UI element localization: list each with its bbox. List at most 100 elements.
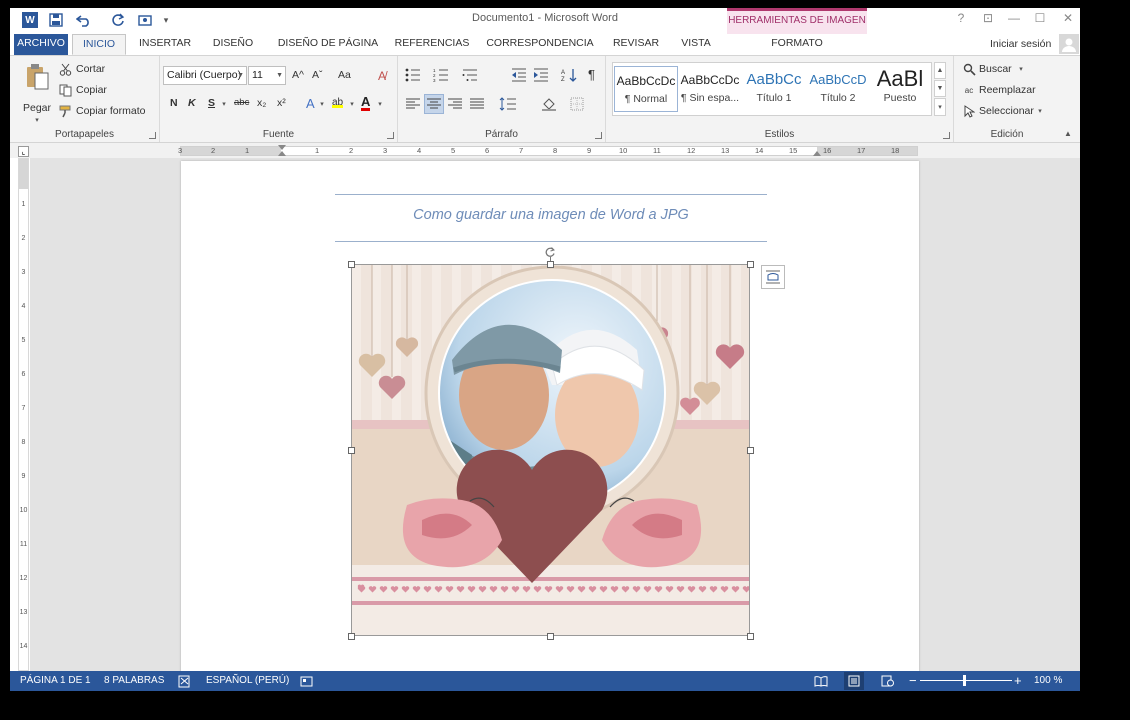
page-count[interactable]: PÁGINA 1 DE 1 [20, 675, 91, 686]
font-name-dropdown-icon[interactable]: ▼ [237, 67, 244, 84]
select-button[interactable]: Seleccionar [979, 105, 1034, 117]
document-page[interactable]: Como guardar una imagen de Word a JPG [181, 161, 919, 671]
multilevel-list-icon[interactable] [460, 67, 480, 83]
change-case-button[interactable]: Aa [338, 69, 351, 81]
maximize-button[interactable]: ☐ [1030, 11, 1050, 25]
style-no-spacing[interactable]: AaBbCcDc ¶ Sin espa... [678, 66, 742, 112]
format-painter-button[interactable]: Copiar formato [76, 105, 145, 117]
highlight-dropdown-icon[interactable]: ▾ [348, 99, 356, 109]
bold-button[interactable]: N [170, 97, 178, 109]
proofing-icon[interactable] [176, 673, 192, 689]
styles-scroll-up-icon[interactable]: ▲ [934, 62, 946, 79]
font-color-dropdown-icon[interactable]: ▾ [376, 99, 384, 109]
user-avatar-icon[interactable] [1059, 34, 1079, 54]
borders-icon[interactable] [566, 96, 588, 112]
paragraph-launcher[interactable] [595, 132, 602, 139]
font-size-combo[interactable]: 11 ▼ [248, 66, 286, 85]
align-left-icon[interactable] [404, 96, 422, 112]
bullets-icon[interactable] [404, 67, 422, 83]
underline-dropdown-icon[interactable]: ▾ [220, 99, 228, 109]
zoom-level[interactable]: 100 % [1034, 675, 1062, 686]
horizontal-ruler[interactable]: 3 2 1 1 2 3 4 5 6 7 8 9 10 11 12 13 14 1… [178, 145, 918, 156]
left-indent-marker[interactable] [278, 151, 286, 156]
resize-handle-tc[interactable] [547, 261, 554, 268]
vertical-ruler[interactable]: 1 2 3 4 5 6 7 8 9 10 11 12 13 14 [18, 158, 29, 671]
collapse-ribbon-icon[interactable]: ▲ [1062, 128, 1074, 138]
resize-handle-tr[interactable] [747, 261, 754, 268]
resize-handle-ml[interactable] [348, 447, 355, 454]
style-heading-2[interactable]: AaBbCcD Título 2 [806, 66, 870, 112]
resize-handle-tl[interactable] [348, 261, 355, 268]
italic-button[interactable]: K [188, 97, 196, 109]
select-icon[interactable] [962, 104, 976, 118]
style-heading-1[interactable]: AaBbCc Título 1 [742, 66, 806, 112]
paste-dropdown-icon[interactable]: ▾ [32, 116, 42, 124]
numbering-icon[interactable]: 123 [432, 67, 450, 83]
web-layout-icon[interactable] [878, 673, 896, 689]
help-button[interactable]: ? [951, 11, 971, 25]
underline-button[interactable]: S [208, 97, 215, 109]
replace-icon[interactable]: ac [962, 83, 976, 97]
font-color-button[interactable]: A [361, 95, 371, 111]
font-launcher[interactable] [387, 132, 394, 139]
highlight-button[interactable]: ab [332, 97, 344, 108]
align-right-icon[interactable] [446, 96, 464, 112]
justify-icon[interactable] [468, 96, 486, 112]
superscript-button[interactable]: x² [277, 97, 286, 109]
copy-button[interactable]: Copiar [76, 84, 107, 96]
resize-handle-bc[interactable] [547, 633, 554, 640]
find-icon[interactable] [962, 62, 976, 76]
minimize-button[interactable]: — [1004, 11, 1024, 25]
tab-correspondencia[interactable]: CORRESPONDENCIA [484, 34, 596, 55]
find-dropdown-icon[interactable]: ▾ [1017, 64, 1025, 74]
replace-button[interactable]: Reemplazar [979, 84, 1036, 96]
shading-icon[interactable] [538, 96, 560, 112]
language[interactable]: ESPAÑOL (PERÚ) [206, 675, 289, 686]
tab-diseno[interactable]: DISEÑO [206, 34, 260, 55]
paste-button[interactable]: Pegar [23, 102, 51, 114]
word-count[interactable]: 8 PALABRAS [104, 675, 164, 686]
line-spacing-icon[interactable] [496, 96, 520, 112]
styles-launcher[interactable] [943, 132, 950, 139]
zoom-in-button[interactable]: + [1014, 673, 1022, 688]
clipboard-launcher[interactable] [149, 132, 156, 139]
paste-icon[interactable] [24, 62, 50, 92]
style-normal[interactable]: AaBbCcDc ¶ Normal [614, 66, 678, 112]
grow-font-button[interactable]: A^ [292, 69, 304, 81]
sort-icon[interactable]: AZ [560, 67, 578, 83]
style-title[interactable]: AaBl Puesto [870, 66, 930, 112]
font-name-combo[interactable]: Calibri (Cuerpo) ▼ [163, 66, 247, 85]
tab-inicio[interactable]: INICIO [72, 34, 126, 55]
shrink-font-button[interactable]: Aˇ [312, 69, 323, 81]
copy-icon[interactable] [58, 83, 72, 97]
read-mode-icon[interactable] [812, 673, 830, 689]
cut-icon[interactable] [58, 62, 72, 76]
strikethrough-button[interactable]: abc [234, 97, 249, 108]
signin-link[interactable]: Iniciar sesión [990, 38, 1051, 50]
text-effects-button[interactable]: A [306, 96, 315, 111]
select-dropdown-icon[interactable]: ▾ [1036, 106, 1044, 116]
resize-handle-br[interactable] [747, 633, 754, 640]
zoom-slider-track[interactable] [920, 680, 1012, 681]
subscript-button[interactable]: x₂ [257, 97, 266, 109]
tab-formato[interactable]: FORMATO [727, 34, 867, 55]
tab-insertar[interactable]: INSERTAR [132, 34, 198, 55]
resize-handle-bl[interactable] [348, 633, 355, 640]
styles-more-icon[interactable]: ▾ [934, 98, 946, 116]
resize-handle-mr[interactable] [747, 447, 754, 454]
zoom-slider-thumb[interactable] [963, 675, 966, 686]
align-center-icon[interactable] [424, 94, 444, 114]
ribbon-display-button[interactable]: ⊡ [978, 11, 998, 25]
layout-options-icon[interactable] [761, 265, 785, 289]
first-line-indent-marker[interactable] [278, 145, 286, 150]
selected-picture[interactable] [351, 264, 750, 636]
decrease-indent-icon[interactable] [510, 67, 528, 83]
increase-indent-icon[interactable] [532, 67, 550, 83]
styles-scroll-down-icon[interactable]: ▼ [934, 80, 946, 97]
text-effects-dropdown-icon[interactable]: ▾ [318, 99, 326, 109]
tab-diseno-pagina[interactable]: DISEÑO DE PÁGINA [270, 34, 386, 55]
show-formatting-button[interactable]: ¶ [588, 67, 595, 82]
macro-record-icon[interactable] [298, 673, 314, 689]
format-painter-icon[interactable] [58, 104, 72, 118]
document-heading[interactable]: Como guardar una imagen de Word a JPG [335, 207, 767, 223]
